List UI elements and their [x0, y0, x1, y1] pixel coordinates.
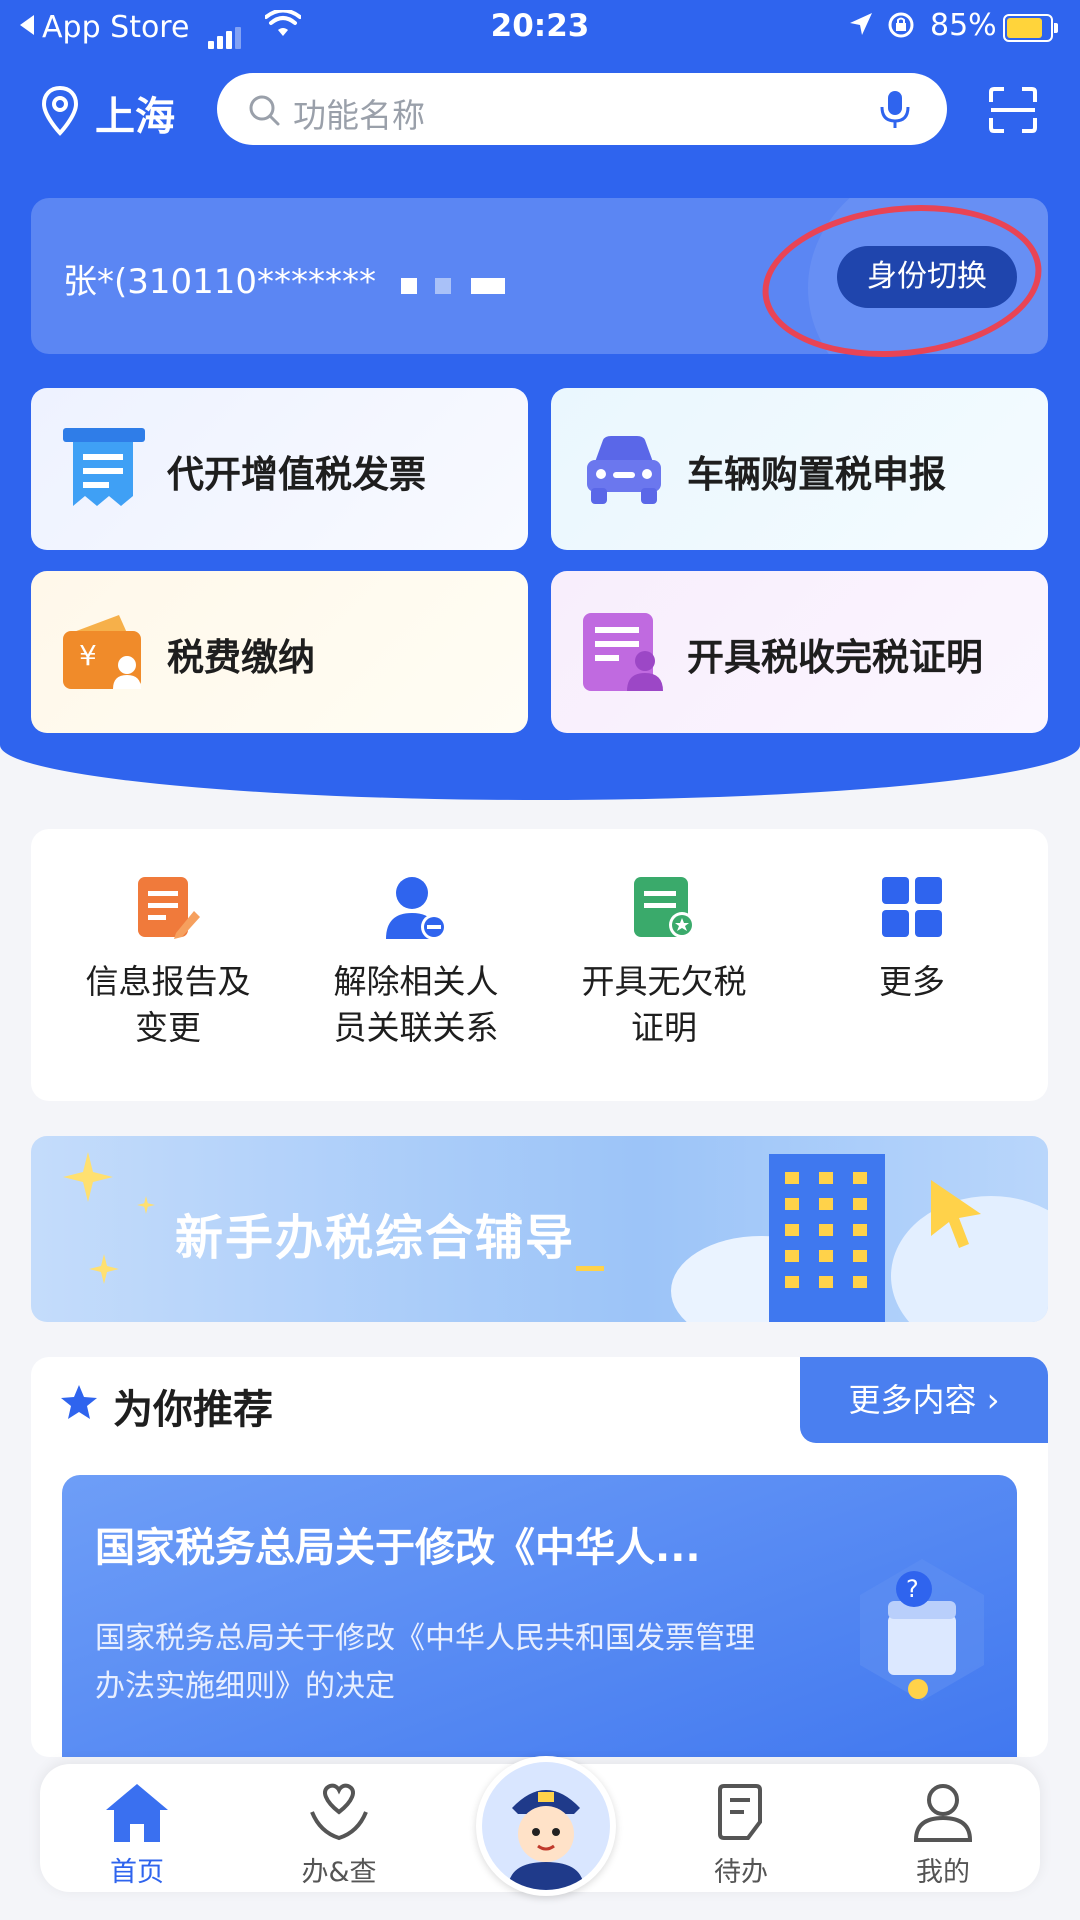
service-label-line1: 更多 [879, 962, 945, 1001]
news-summary: 国家税务总局关于修改《中华人民共和国发票管理办法实施细则》的决定 [95, 1621, 755, 1704]
news-card[interactable]: 国家税务总局关于修改《中华人... 国家税务总局关于修改《中华人民共和国发票管理… [62, 1475, 1017, 1757]
clock: 20:23 [490, 8, 590, 44]
tile-tax-certificate[interactable]: 开具税收完税证明 [551, 571, 1048, 733]
todo-icon [708, 1784, 774, 1846]
service-label-line2: 变更 [135, 1008, 201, 1047]
news-title: 国家税务总局关于修改《中华人... [95, 1525, 701, 1571]
more-content-label: 更多内容 [848, 1381, 977, 1419]
status-bar: App Store 20:23 85% [0, 0, 1080, 60]
identity-name: 张*(310110******* [63, 262, 377, 302]
report-edit-icon [53, 875, 283, 945]
recommend-section: 为你推荐 更多内容 › 国家税务总局关于修改《中华人... 国家税务总局关于修改… [31, 1357, 1048, 1757]
more-content-button[interactable]: 更多内容 › [800, 1357, 1048, 1443]
scan-icon[interactable] [988, 86, 1038, 138]
service-label-line2: 证明 [631, 1008, 697, 1047]
service-label-line1: 开具无欠税 [581, 962, 747, 1001]
search-input[interactable]: 功能名称 [217, 73, 947, 145]
tab-handle-query[interactable]: 办&查 [264, 1782, 414, 1889]
assistant-avatar-button[interactable] [476, 1756, 616, 1896]
newbie-guide-banner[interactable]: 新手办税综合辅导 [31, 1136, 1048, 1322]
sparkle-icon [89, 1254, 119, 1288]
chevron-right-icon: › [976, 1381, 1000, 1419]
service-no-tax-arrears[interactable]: 开具无欠税 证明 [549, 875, 779, 1051]
service-unlink-persons[interactable]: 解除相关人 员关联关系 [301, 875, 531, 1051]
tab-home[interactable]: 首页 [62, 1782, 212, 1889]
grid-icon [797, 875, 1027, 945]
rotation-lock-icon [886, 10, 916, 48]
svg-text:¥: ¥ [79, 639, 97, 672]
tile-label: 税费缴纳 [167, 636, 315, 679]
recommend-title: 为你推荐 [113, 1387, 273, 1433]
pointer-cursor-icon [929, 1178, 985, 1252]
search-placeholder: 功能名称 [293, 96, 425, 135]
tile-label: 代开增值税发票 [167, 453, 426, 496]
tax-officer-avatar-icon [482, 1762, 610, 1890]
tile-label: 开具税收完税证明 [687, 636, 983, 679]
tab-label: 我的 [916, 1857, 970, 1888]
building-icon [769, 1154, 885, 1322]
service-label-line1: 信息报告及 [85, 962, 251, 1001]
masked-text [435, 278, 451, 294]
tile-tax-payment[interactable]: ¥ 税费缴纳 [31, 571, 528, 733]
invoice-icon [61, 426, 147, 516]
heart-hand-icon [306, 1783, 372, 1846]
question-box-icon: ? [852, 1555, 992, 1709]
cursor-decoration [576, 1266, 604, 1271]
tab-label: 首页 [110, 1857, 164, 1888]
certificate-icon [581, 609, 667, 699]
tab-label: 办&查 [301, 1857, 377, 1888]
service-label-line1: 解除相关人 [333, 962, 499, 1001]
location-pin-icon[interactable] [40, 85, 80, 141]
svg-text:?: ? [906, 1575, 919, 1603]
service-more[interactable]: 更多 [797, 875, 1027, 1005]
tile-vehicle-tax[interactable]: 车辆购置税申报 [551, 388, 1048, 550]
battery-percent: 85% [930, 8, 997, 43]
tile-issue-vat-invoice[interactable]: 代开增值税发票 [31, 388, 528, 550]
services-panel: 信息报告及 变更 解除相关人 员关联关系 开具无欠税 证明 更多 [31, 829, 1048, 1101]
wallet-icon: ¥ [61, 609, 147, 699]
banner-title: 新手办税综合辅导 [175, 1210, 576, 1266]
masked-text [401, 278, 417, 294]
sparkle-icon [137, 1196, 155, 1218]
tab-mine[interactable]: 我的 [868, 1782, 1018, 1889]
star-icon [61, 1385, 97, 1423]
tile-label: 车辆购置税申报 [687, 453, 946, 496]
location-arrow-icon [848, 10, 874, 45]
search-icon [247, 93, 281, 131]
certificate-star-icon [549, 875, 779, 945]
car-icon [581, 426, 667, 516]
home-icon [104, 1784, 170, 1846]
tab-label: 待办 [714, 1857, 768, 1888]
service-info-report[interactable]: 信息报告及 变更 [53, 875, 283, 1051]
tab-todo[interactable]: 待办 [666, 1782, 816, 1889]
masked-text [471, 278, 505, 294]
person-remove-icon [301, 875, 531, 945]
city-selector[interactable]: 上海 [95, 84, 175, 142]
user-icon [910, 1784, 976, 1846]
battery-icon [1003, 14, 1058, 42]
microphone-icon[interactable] [879, 89, 911, 133]
service-label-line2: 员关联关系 [333, 1008, 499, 1047]
sparkle-icon [63, 1152, 113, 1206]
